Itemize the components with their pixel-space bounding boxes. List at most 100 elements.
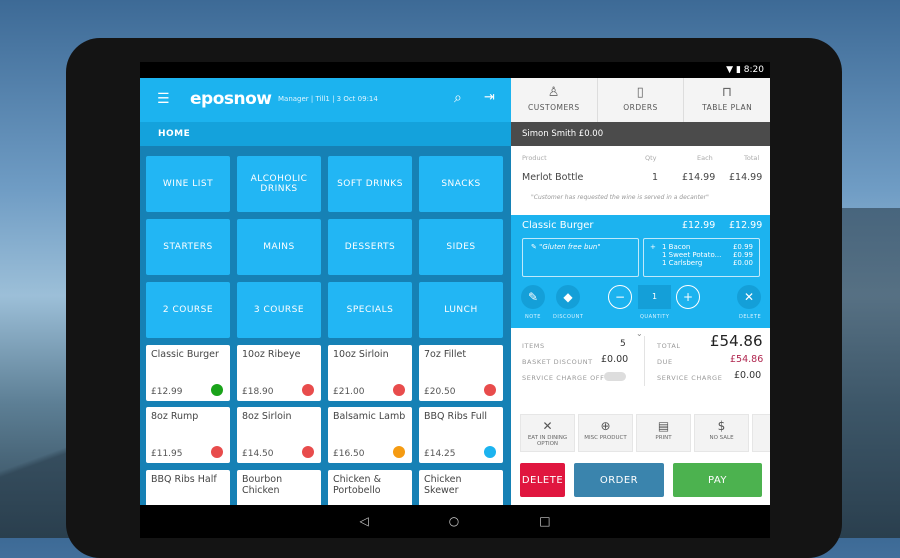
- cutlery-icon: ✕: [542, 419, 553, 433]
- product-name: BBQ Ribs Full: [424, 411, 488, 422]
- status-dot: [211, 446, 223, 458]
- plus-icon: +: [682, 290, 694, 304]
- category-tile[interactable]: SOFT DRINKS: [328, 156, 412, 212]
- print-button[interactable]: ▤ PRINT: [636, 414, 691, 452]
- product-price: £18.90: [242, 387, 274, 397]
- discount-button[interactable]: ◆: [556, 285, 580, 309]
- product-tile[interactable]: 7oz Fillet £20.50: [419, 345, 503, 401]
- line-total: £14.99: [729, 172, 763, 183]
- category-tile[interactable]: SNACKS: [419, 156, 503, 212]
- modifier-row: 1 Carlsberg £0.00: [650, 259, 753, 267]
- delete-label: DELETE: [739, 314, 762, 320]
- col-qty: Qty: [645, 154, 657, 162]
- product-price: £16.50: [333, 449, 365, 459]
- selected-order-line[interactable]: Classic Burger £12.99 £12.99 ✎ "Gluten f…: [511, 215, 770, 328]
- eat-in-button[interactable]: ✕ EAT IN DINING OPTION: [520, 414, 575, 452]
- product-price: £14.25: [424, 449, 456, 459]
- product-tile[interactable]: BBQ Ribs Full £14.25: [419, 407, 503, 463]
- logo: eposnow: [190, 89, 272, 109]
- product-tile[interactable]: Balsamic Lamb £16.50: [328, 407, 412, 463]
- line-qty: 1: [652, 172, 659, 183]
- modifiers-box[interactable]: +1 Bacon £0.99 1 Sweet Potato... £0.99 1 Car…: [643, 238, 760, 277]
- orders-tab[interactable]: ▯ ORDERS: [598, 78, 685, 122]
- divider: [644, 336, 645, 386]
- breadcrumb[interactable]: HOME: [140, 122, 511, 146]
- line-each: £14.99: [682, 172, 716, 183]
- decrease-qty-button[interactable]: −: [608, 285, 632, 309]
- product-name: Classic Burger: [151, 349, 219, 360]
- delete-button[interactable]: DELETE: [520, 463, 565, 497]
- modifier-name: 1 Sweet Potato...: [662, 251, 722, 259]
- status-dot: [393, 384, 405, 396]
- line-name: Merlot Bottle: [522, 172, 584, 183]
- category-tile[interactable]: DESSERTS: [328, 219, 412, 275]
- category-tile[interactable]: ALCOHOLIC DRINKS: [237, 156, 321, 212]
- service-charge-label: SERVICE CHARGE: [657, 374, 723, 382]
- total-label: TOTAL: [657, 342, 681, 350]
- modifier-price: £0.00: [732, 259, 753, 267]
- plus-icon: +: [650, 243, 656, 251]
- product-price: £12.99: [151, 387, 183, 397]
- product-tile[interactable]: 10oz Ribeye £18.90: [237, 345, 321, 401]
- more-action-button[interactable]: [752, 414, 770, 452]
- category-tile[interactable]: MAINS: [237, 219, 321, 275]
- status-dot: [302, 384, 314, 396]
- table-plan-tab[interactable]: ⊓ TABLE PLAN: [684, 78, 770, 122]
- total-value: £54.86: [710, 332, 763, 350]
- category-tile[interactable]: 2 COURSE: [146, 282, 230, 338]
- note-button[interactable]: ✎: [521, 285, 545, 309]
- basket-discount-label: BASKET DISCOUNT: [522, 358, 593, 366]
- product-price: £20.50: [424, 387, 456, 397]
- tablet-screen: ▼ ▮ 8:20 ☰ eposnow Manager | Till1 | 3 O…: [140, 62, 770, 538]
- android-nav-bar: ◁ ○ □: [140, 505, 770, 538]
- menu-icon[interactable]: ☰: [157, 91, 170, 107]
- product-tile[interactable]: 8oz Rump £11.95: [146, 407, 230, 463]
- product-tile[interactable]: Classic Burger £12.99: [146, 345, 230, 401]
- items-label: ITEMS: [522, 342, 545, 350]
- product-price: £14.50: [242, 449, 274, 459]
- plus-circle-icon: ⊕: [600, 419, 611, 433]
- status-dot: [302, 446, 314, 458]
- status-dot: [484, 384, 496, 396]
- quantity-label: QUANTITY: [640, 314, 670, 320]
- category-tile[interactable]: WINE LIST: [146, 156, 230, 212]
- category-tile[interactable]: SPECIALS: [328, 282, 412, 338]
- category-tile[interactable]: SIDES: [419, 219, 503, 275]
- status-dot: [211, 384, 223, 396]
- basket-discount: £0.00: [601, 354, 629, 365]
- product-name: 10oz Sirloin: [333, 349, 389, 360]
- misc-product-button[interactable]: ⊕ MISC PRODUCT: [578, 414, 633, 452]
- increase-qty-button[interactable]: +: [676, 285, 700, 309]
- due-label: DUE: [657, 358, 673, 366]
- no-sale-button[interactable]: $ NO SALE: [694, 414, 749, 452]
- logout-icon[interactable]: ⇥: [484, 90, 495, 105]
- customer-bar[interactable]: Simon Smith £0.00: [511, 122, 770, 146]
- product-tile[interactable]: 8oz Sirloin £14.50: [237, 407, 321, 463]
- category-tile[interactable]: 3 COURSE: [237, 282, 321, 338]
- delete-line-button[interactable]: ✕: [737, 285, 761, 309]
- customers-tab[interactable]: ♙ CUSTOMERS: [511, 78, 598, 122]
- wifi-icon: ▼ ▮: [726, 65, 744, 75]
- category-tile[interactable]: STARTERS: [146, 219, 230, 275]
- product-name: Chicken & Portobello: [333, 474, 381, 496]
- orders-label: ORDERS: [623, 103, 658, 112]
- order-button[interactable]: ORDER: [574, 463, 664, 497]
- app-header: ☰ eposnow Manager | Till1 | 3 Oct 09:14 …: [140, 78, 511, 122]
- service-charge-toggle[interactable]: [604, 372, 626, 381]
- back-icon[interactable]: ◁: [359, 514, 368, 538]
- search-icon[interactable]: ⌕: [454, 90, 462, 106]
- modifier-row: 1 Sweet Potato... £0.99: [650, 251, 753, 259]
- product-name: 10oz Ribeye: [242, 349, 301, 360]
- pencil-icon: ✎: [531, 243, 540, 251]
- recents-icon[interactable]: □: [539, 514, 550, 538]
- chevron-down-icon[interactable]: ⌄: [636, 329, 643, 338]
- pay-button[interactable]: PAY: [673, 463, 762, 497]
- product-name: Balsamic Lamb: [333, 411, 406, 422]
- modifier-price: £0.99: [732, 251, 753, 259]
- product-tile[interactable]: 10oz Sirloin £21.00: [328, 345, 412, 401]
- line-note-box[interactable]: ✎ "Gluten free bun": [522, 238, 639, 277]
- category-tile[interactable]: LUNCH: [419, 282, 503, 338]
- quantity-field[interactable]: 1: [638, 285, 671, 309]
- product-name: 8oz Rump: [151, 411, 199, 422]
- home-icon[interactable]: ○: [449, 514, 459, 538]
